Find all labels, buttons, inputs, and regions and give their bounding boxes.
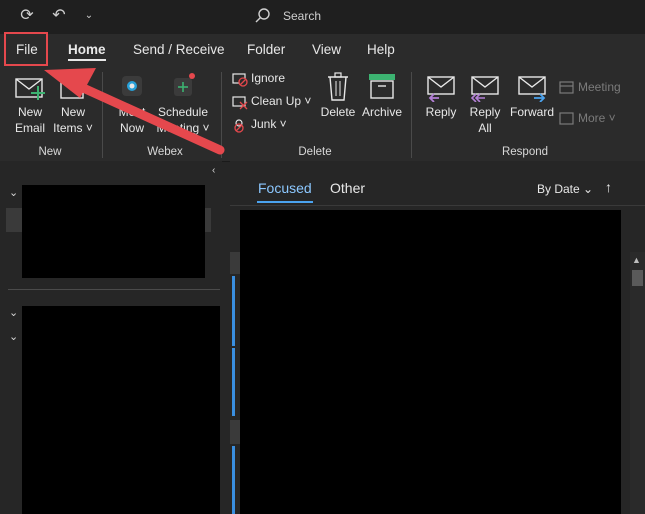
active-tab-underline — [68, 59, 106, 61]
unread-indicator — [232, 276, 235, 346]
divider — [8, 289, 220, 290]
redacted-folder-list — [22, 185, 205, 278]
forward-label: Forward — [509, 105, 554, 119]
new-items-button[interactable]: New Items ˅ — [51, 72, 95, 138]
reply-all-icon — [470, 76, 499, 102]
chevron-down-icon[interactable]: ⌄ — [9, 330, 18, 343]
group-label-respond: Respond — [501, 146, 549, 158]
reply-all-label-2: All — [478, 121, 492, 135]
redacted-message-list — [240, 210, 621, 514]
archive-button[interactable]: Archive — [360, 72, 404, 124]
new-items-label-2: Items ˅ — [53, 121, 93, 135]
junk-icon — [234, 119, 244, 133]
new-email-icon — [15, 78, 45, 100]
sort-dropdown[interactable]: By Date ⌄ — [537, 182, 593, 196]
ribbon-separator — [102, 72, 103, 158]
forward-button[interactable]: Forward — [508, 72, 556, 138]
reply-icon — [427, 76, 455, 102]
scroll-up-icon[interactable]: ▲ — [632, 255, 641, 265]
customize-toolbar-icon[interactable]: ⌄ — [80, 7, 98, 25]
sort-direction-arrow[interactable]: ↑ — [605, 179, 612, 195]
group-label-delete: Delete — [298, 146, 332, 158]
unread-indicator — [232, 446, 235, 514]
webex-meet-icon — [122, 76, 142, 96]
more-button[interactable]: More ˅ — [559, 110, 629, 128]
trash-icon — [328, 72, 348, 101]
new-email-label-2: Email — [14, 121, 45, 135]
chevron-down-icon: ⌄ — [583, 182, 594, 196]
meet-now-label-1: Meet — [118, 105, 146, 119]
tab-send-receive[interactable]: Send / Receive — [133, 42, 225, 57]
new-items-icon — [60, 81, 84, 99]
reply-label: Reply — [425, 105, 457, 119]
divider — [230, 205, 645, 206]
ribbon-separator — [221, 72, 222, 158]
schedule-meeting-icon — [174, 73, 195, 96]
active-tab-underline — [257, 201, 313, 203]
clean-up-button[interactable]: Clean Up ˅ — [231, 93, 313, 111]
group-label-new: New — [38, 146, 62, 158]
tab-other[interactable]: Other — [330, 180, 365, 196]
meet-now-button[interactable]: Meet Now — [110, 72, 154, 138]
tab-focused[interactable]: Focused — [258, 180, 312, 196]
sort-label: By Date — [537, 182, 580, 196]
unread-indicator — [232, 348, 235, 416]
more-icon — [559, 112, 574, 125]
archive-icon — [369, 74, 395, 99]
new-email-button[interactable]: New Email — [10, 72, 50, 138]
tab-help[interactable]: Help — [367, 42, 395, 57]
undo-icon[interactable]: ↶ — [50, 7, 68, 25]
chevron-down-icon[interactable]: ⌄ — [9, 186, 18, 199]
scrollbar[interactable] — [630, 252, 645, 514]
reply-all-label-1: Reply — [469, 105, 501, 119]
ribbon-separator — [411, 72, 412, 158]
clean-up-icon — [232, 96, 248, 110]
tab-folder[interactable]: Folder — [247, 42, 285, 57]
group-label-webex: Webex — [147, 146, 183, 158]
list-item-marker — [230, 420, 240, 444]
redacted-folder-list — [22, 306, 220, 514]
meeting-icon — [559, 81, 574, 94]
clean-up-label: Clean Up ˅ — [251, 94, 312, 108]
delete-button[interactable]: Delete — [318, 72, 358, 124]
tab-home[interactable]: Home — [68, 42, 106, 57]
junk-button[interactable]: Junk ˅ — [231, 116, 313, 134]
archive-label: Archive — [361, 105, 402, 119]
ignore-icon — [232, 73, 248, 87]
meeting-label: Meeting — [578, 80, 621, 94]
meet-now-label-2: Now — [119, 121, 144, 135]
search-placeholder: Search — [283, 9, 322, 23]
sync-icon[interactable]: ⟳ — [18, 7, 36, 25]
search-icon — [255, 8, 270, 23]
ignore-label: Ignore — [251, 71, 286, 85]
new-items-label-1: New — [60, 105, 85, 119]
schedule-meeting-label-1: Schedule — [157, 105, 209, 119]
search-box[interactable]: Search — [248, 5, 478, 27]
scrollbar-thumb[interactable] — [632, 270, 643, 286]
list-item-marker — [230, 252, 240, 274]
more-label: More ˅ — [578, 111, 616, 125]
annotation-highlight-box — [4, 32, 48, 66]
ignore-button[interactable]: Ignore — [231, 70, 313, 88]
delete-label: Delete — [320, 105, 356, 119]
meeting-button[interactable]: Meeting — [559, 79, 629, 97]
new-email-label-1: New — [17, 105, 42, 119]
reply-button[interactable]: Reply — [420, 72, 462, 138]
junk-label: Junk ˅ — [251, 117, 287, 131]
tab-view[interactable]: View — [312, 42, 341, 57]
schedule-meeting-label-2: Meeting ˅ — [156, 121, 210, 135]
collapse-pane-icon[interactable]: ‹ — [212, 165, 215, 176]
chevron-down-icon[interactable]: ⌄ — [9, 306, 18, 319]
forward-icon — [518, 76, 546, 102]
title-bar: ⟳ ↶ ⌄ Search — [0, 0, 645, 34]
reply-all-button[interactable]: Reply All — [464, 72, 506, 138]
schedule-meeting-button[interactable]: Schedule Meeting ˅ — [155, 72, 211, 138]
